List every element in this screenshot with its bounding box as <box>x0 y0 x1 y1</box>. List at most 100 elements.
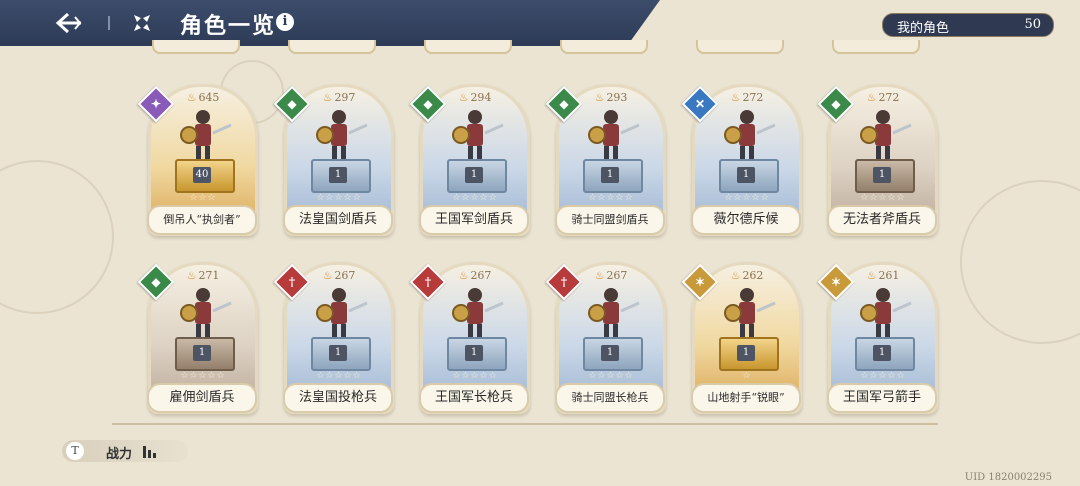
star-rating: ☆☆☆☆☆ <box>588 193 634 203</box>
character-card[interactable]: ◆ ♨ 271 1 ☆☆☆☆☆ 雇佣剑盾兵 <box>137 262 258 414</box>
character-card[interactable]: † ♨ 267 1 ☆☆☆☆☆ 王国军长枪兵 <box>409 262 530 414</box>
character-name: 法皇国剑盾兵 <box>283 205 393 235</box>
character-power: ♨ 262 <box>695 269 799 282</box>
level-badge: 1 <box>601 345 619 361</box>
grid-menu-icon <box>134 15 150 31</box>
my-characters-counter: 我的角色 50 <box>882 13 1054 37</box>
flame-icon: ♨ <box>730 269 741 282</box>
star-rating: ☆☆☆☆☆ <box>180 371 226 381</box>
previous-row-card[interactable] <box>560 40 648 54</box>
flame-icon: ♨ <box>594 91 605 104</box>
info-icon[interactable]: i <box>276 13 294 31</box>
star-rating: ☆☆☆☆☆ <box>860 371 906 381</box>
back-button[interactable] <box>54 11 84 39</box>
user-id: UID 1820002295 <box>964 472 1052 483</box>
flame-icon: ♨ <box>594 269 605 282</box>
character-portrait-icon <box>180 110 232 160</box>
character-power: ♨ 267 <box>287 269 391 282</box>
flame-icon: ♨ <box>322 91 333 104</box>
star-rating: ☆ <box>742 371 752 381</box>
power-sort-label: 战力 <box>106 447 133 462</box>
background-ornament <box>960 180 1080 344</box>
previous-row-card[interactable] <box>152 40 240 54</box>
previous-row-card[interactable] <box>696 40 784 54</box>
character-card[interactable]: ✦ ♨ 645 40 ☆☆☆ 倒吊人“执剑者” <box>137 84 258 236</box>
character-portrait-icon <box>180 288 232 338</box>
my-characters-count: 50 <box>1024 17 1041 32</box>
character-name: 王国军弓箭手 <box>827 383 937 413</box>
previous-row-card[interactable] <box>288 40 376 54</box>
character-name: 骑士同盟剑盾兵 <box>555 205 665 235</box>
character-power: ♨ 267 <box>423 269 527 282</box>
character-portrait-icon <box>588 110 640 160</box>
flame-icon: ♨ <box>458 91 469 104</box>
character-power: ♨ 293 <box>559 91 663 104</box>
power-value: 267 <box>334 269 356 282</box>
level-badge: 1 <box>873 345 891 361</box>
character-card[interactable]: ◆ ♨ 272 1 ☆☆☆☆☆ 无法者斧盾兵 <box>817 84 938 236</box>
character-power: ♨ 294 <box>423 91 527 104</box>
character-card[interactable]: † ♨ 267 1 ☆☆☆☆☆ 法皇国投枪兵 <box>273 262 394 414</box>
power-sort-button[interactable]: T 战力 <box>62 440 188 462</box>
level-badge: 1 <box>193 345 211 361</box>
flame-icon: ♨ <box>186 91 197 104</box>
star-rating: ☆☆☆☆☆ <box>316 193 362 203</box>
previous-row-card[interactable] <box>424 40 512 54</box>
character-power: ♨ 261 <box>831 269 935 282</box>
character-card[interactable]: ✕ ♨ 272 1 ☆☆☆☆☆ 薇尔德斥候 <box>681 84 802 236</box>
character-power: ♨ 272 <box>695 91 799 104</box>
character-name: 倒吊人“执剑者” <box>147 205 257 235</box>
flame-icon: ♨ <box>322 269 333 282</box>
my-characters-label: 我的角色 <box>897 21 950 36</box>
character-power: ♨ 267 <box>559 269 663 282</box>
character-power: ♨ 645 <box>151 91 255 104</box>
character-portrait-icon <box>316 288 368 338</box>
grid-divider <box>112 423 938 425</box>
level-badge: 1 <box>465 345 483 361</box>
bar-sort-icon <box>143 446 156 458</box>
menu-button[interactable] <box>132 13 152 37</box>
character-portrait-icon <box>860 110 912 160</box>
character-portrait-icon <box>860 288 912 338</box>
flame-icon: ♨ <box>866 91 877 104</box>
power-value: 294 <box>470 91 492 104</box>
character-card[interactable]: ◆ ♨ 297 1 ☆☆☆☆☆ 法皇国剑盾兵 <box>273 84 394 236</box>
character-power: ♨ 297 <box>287 91 391 104</box>
character-portrait-icon <box>452 110 504 160</box>
power-value: 293 <box>606 91 628 104</box>
power-value: 267 <box>606 269 628 282</box>
level-badge: 1 <box>737 345 755 361</box>
character-portrait-icon <box>316 110 368 160</box>
character-name: 王国军剑盾兵 <box>419 205 529 235</box>
character-name: 薇尔德斥候 <box>691 205 801 235</box>
power-value: 272 <box>878 91 900 104</box>
star-rating: ☆☆☆☆☆ <box>316 371 362 381</box>
character-portrait-icon <box>588 288 640 338</box>
page-title: 角色一览 <box>180 13 277 39</box>
character-card[interactable]: ◆ ♨ 294 1 ☆☆☆☆☆ 王国军剑盾兵 <box>409 84 530 236</box>
flame-icon: ♨ <box>458 269 469 282</box>
star-rating: ☆☆☆☆☆ <box>588 371 634 381</box>
level-badge: 1 <box>329 345 347 361</box>
flame-icon: ♨ <box>866 269 877 282</box>
character-name: 骑士同盟长枪兵 <box>555 383 665 413</box>
character-card[interactable]: ✶ ♨ 261 1 ☆☆☆☆☆ 王国军弓箭手 <box>817 262 938 414</box>
level-badge: 1 <box>329 167 347 183</box>
character-name: 王国军长枪兵 <box>419 383 529 413</box>
level-badge: 1 <box>873 167 891 183</box>
character-card[interactable]: ✶ ♨ 262 1 ☆ 山地射手“锐眼” <box>681 262 802 414</box>
background-ornament <box>0 160 114 314</box>
character-power: ♨ 271 <box>151 269 255 282</box>
power-value: 267 <box>470 269 492 282</box>
flame-icon: ♨ <box>730 91 741 104</box>
power-value: 271 <box>198 269 220 282</box>
previous-row-card[interactable] <box>832 40 920 54</box>
character-card[interactable]: † ♨ 267 1 ☆☆☆☆☆ 骑士同盟长枪兵 <box>545 262 666 414</box>
level-badge: 1 <box>465 167 483 183</box>
character-portrait-icon <box>724 110 776 160</box>
power-value: 261 <box>878 269 900 282</box>
level-badge: 1 <box>737 167 755 183</box>
power-value: 645 <box>198 91 220 104</box>
star-rating: ☆☆☆☆☆ <box>452 371 498 381</box>
character-card[interactable]: ◆ ♨ 293 1 ☆☆☆☆☆ 骑士同盟剑盾兵 <box>545 84 666 236</box>
